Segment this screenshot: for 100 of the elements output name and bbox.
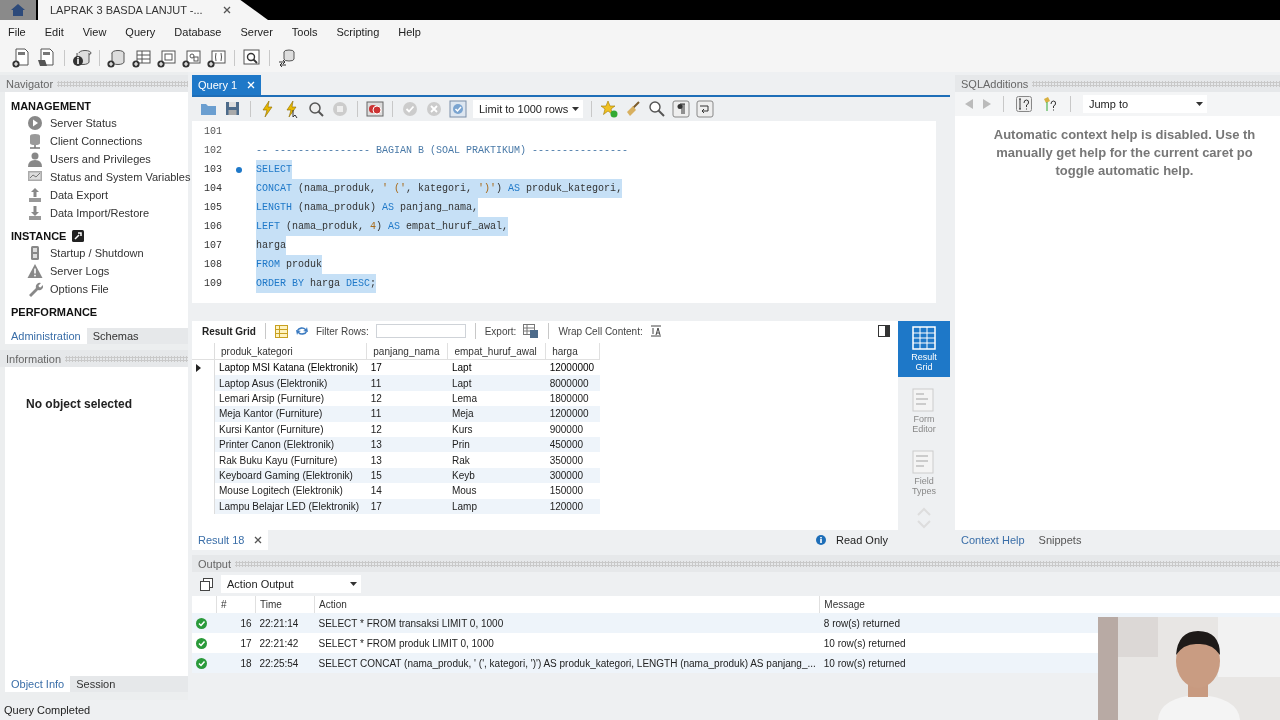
menu-item[interactable]: Query xyxy=(125,23,156,40)
panel-title: SQLAdditions xyxy=(961,77,1029,90)
filter-field[interactable] xyxy=(375,324,466,338)
broom-icon[interactable] xyxy=(624,100,642,118)
table-cell: 22:21:42 xyxy=(255,633,315,653)
table-cell: Lemari Arsip (Furniture) xyxy=(214,390,367,407)
search-icon[interactable] xyxy=(648,100,666,118)
table-cell: 16 xyxy=(216,613,256,633)
table-cell: Meja Kantor (Furniture) xyxy=(214,406,367,422)
table-cell: Keyboard Gaming (Elektronik) xyxy=(214,467,367,484)
create-table-icon[interactable] xyxy=(132,47,152,68)
menu-item[interactable]: Help xyxy=(398,23,421,40)
refresh-icon[interactable] xyxy=(294,325,309,337)
panel-tab[interactable]: Snippets xyxy=(1034,532,1086,548)
info-icon[interactable] xyxy=(72,47,92,68)
close-icon[interactable] xyxy=(254,536,263,544)
table-cell: 14 xyxy=(366,483,448,499)
column-header[interactable]: produk_kategori xyxy=(214,343,367,360)
panel-tab[interactable]: Session xyxy=(70,676,122,692)
menu-item[interactable]: Scripting xyxy=(336,23,380,40)
success-icon xyxy=(196,617,207,629)
table-cell: Keyb xyxy=(447,467,546,484)
action-output-dropdown[interactable]: Action Output xyxy=(221,575,361,593)
current-row-icon xyxy=(196,363,201,372)
column-header[interactable]: panjang_nama xyxy=(366,343,448,360)
reconnect-icon[interactable] xyxy=(277,47,297,68)
query-tab[interactable]: Query 1 xyxy=(192,75,262,95)
paragraph-icon[interactable] xyxy=(672,100,690,118)
line-number: 103 xyxy=(203,164,222,175)
nav-item[interactable]: Client Connections xyxy=(11,132,143,150)
info-icon xyxy=(816,535,826,545)
menu-item[interactable]: File xyxy=(8,23,26,40)
column-header[interactable]: empat_huruf_awal xyxy=(447,343,546,360)
wrap-text-icon[interactable] xyxy=(649,325,662,337)
table-cell: 11 xyxy=(366,406,448,422)
warning-icon xyxy=(27,263,43,279)
document-tab[interactable]: LAPRAK 3 BASDA LANJUT -... xyxy=(38,0,268,20)
panel-tab[interactable]: Context Help xyxy=(957,532,1029,548)
limit-dropdown[interactable]: Limit to 1000 rows xyxy=(473,100,583,118)
create-view-icon[interactable] xyxy=(157,47,177,68)
nav-item[interactable]: Data Import/Restore xyxy=(11,204,150,222)
search-icon[interactable] xyxy=(242,47,262,68)
wrap-icon[interactable] xyxy=(696,100,714,118)
section-title: INSTANCE xyxy=(11,230,67,242)
table-cell: Laptop Asus (Elektronik) xyxy=(214,375,367,391)
copy-icon[interactable] xyxy=(200,577,213,591)
table-cell: 15 xyxy=(366,467,448,484)
star-icon[interactable] xyxy=(600,100,618,118)
result-tab[interactable]: Result 18 xyxy=(192,530,269,550)
table-cell: 12 xyxy=(366,421,448,437)
create-function-icon[interactable] xyxy=(207,47,227,68)
table-cell: 13 xyxy=(366,436,448,453)
nav-item[interactable]: Status and System Variables xyxy=(11,168,191,186)
nav-item[interactable]: Options File xyxy=(11,280,109,298)
help-text: manually get help for the current caret po xyxy=(996,144,1253,162)
explain-icon[interactable] xyxy=(307,100,325,118)
table-cell: SELECT * FROM transaksi LIMIT 0, 1000 xyxy=(314,613,820,633)
close-icon[interactable] xyxy=(222,6,231,14)
new-sql-tab-icon[interactable] xyxy=(12,47,32,68)
save-icon[interactable] xyxy=(224,100,242,118)
column-header[interactable]: harga xyxy=(545,343,600,360)
nav-item[interactable]: Server Logs xyxy=(11,262,110,280)
panel-tab[interactable]: Schemas xyxy=(86,328,145,344)
play-icon xyxy=(27,115,43,131)
auto-help-icon[interactable] xyxy=(1042,96,1058,112)
table-cell: 150000 xyxy=(545,483,600,499)
panel-tab[interactable]: Administration xyxy=(5,328,87,344)
home-tab[interactable] xyxy=(0,0,36,20)
table-cell: Lamp xyxy=(447,498,546,514)
menu-item[interactable]: Server xyxy=(240,23,273,40)
help-cursor-icon[interactable] xyxy=(1016,96,1032,112)
table-cell: 8000000 xyxy=(545,375,600,391)
upload-icon xyxy=(27,187,43,203)
nav-item[interactable]: Users and Privileges xyxy=(11,150,151,168)
panel-toggle-icon[interactable] xyxy=(878,325,890,337)
success-icon xyxy=(196,657,207,669)
wrench-icon xyxy=(27,281,43,297)
panel-tab[interactable]: Object Info xyxy=(5,676,71,692)
create-procedure-icon[interactable] xyxy=(182,47,202,68)
jump-to-dropdown[interactable]: Jump to xyxy=(1083,95,1207,113)
table-cell: Rak xyxy=(447,452,546,468)
result-grid-label: Result Grid xyxy=(202,325,256,337)
create-schema-icon[interactable] xyxy=(107,47,127,68)
line-number: 105 xyxy=(203,202,222,213)
open-sql-file-icon[interactable] xyxy=(37,47,57,68)
table-cell: 1800000 xyxy=(545,390,600,407)
table-cell: Rak Buku Kayu (Furniture) xyxy=(214,452,367,468)
result-view-button[interactable]: Result Grid xyxy=(898,321,950,377)
panel-title: Information xyxy=(6,352,62,365)
menu-item[interactable]: Tools xyxy=(291,23,318,40)
table-cell: 17 xyxy=(216,633,256,653)
menu-item[interactable]: View xyxy=(82,23,107,40)
export-icon[interactable] xyxy=(523,324,540,338)
nav-item[interactable]: Startup / Shutdown xyxy=(11,244,144,262)
nav-item[interactable]: Data Export xyxy=(11,186,109,204)
nav-item[interactable]: Server Status xyxy=(11,114,117,132)
menu-item[interactable]: Database xyxy=(174,23,222,40)
toggle-error-icon[interactable] xyxy=(366,100,384,118)
download-icon xyxy=(27,205,43,221)
menu-item[interactable]: Edit xyxy=(44,23,64,40)
